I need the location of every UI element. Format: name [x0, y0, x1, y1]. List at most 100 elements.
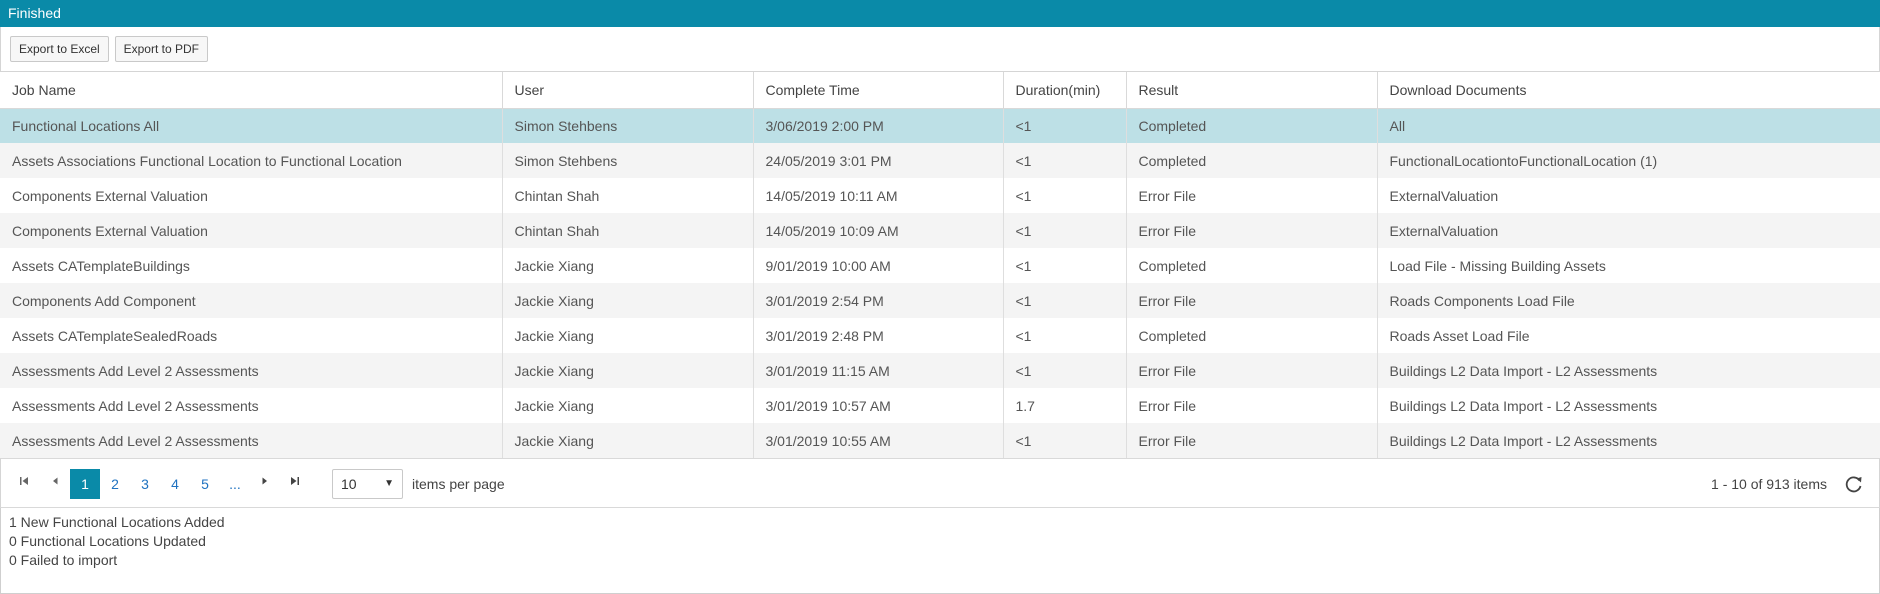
user-cell: Chintan Shah — [502, 213, 754, 248]
duration-cell: <1 — [1003, 248, 1127, 283]
table-row[interactable]: Functional Locations All Simon Stehbens 3/… — [0, 108, 1880, 143]
export-excel-button[interactable]: Export to Excel — [10, 36, 109, 62]
duration-cell: <1 — [1003, 423, 1127, 458]
column-header-duration[interactable]: Duration(min) — [1003, 72, 1127, 109]
duration-cell: <1 — [1003, 143, 1127, 178]
pager-info: 1 - 10 of 913 items — [1711, 476, 1827, 492]
user-cell: Jackie Xiang — [502, 388, 754, 423]
log-line: 0 Functional Locations Updated — [9, 533, 206, 549]
result-status: Completed — [1126, 318, 1378, 353]
table-row[interactable]: Components External Valuation Chintan Sha… — [0, 213, 1880, 248]
table-row[interactable]: Assessments Add Level 2 Assessments Jacki… — [0, 353, 1880, 388]
duration-cell: <1 — [1003, 283, 1127, 318]
download-document-link[interactable]: ExternalValuation — [1377, 178, 1880, 213]
job-name-cell: Components External Valuation — [0, 213, 503, 248]
user-cell: Jackie Xiang — [502, 423, 754, 458]
download-document-link[interactable]: ExternalValuation — [1377, 213, 1880, 248]
column-header-download-documents[interactable]: Download Documents — [1377, 72, 1880, 109]
download-document-link[interactable]: Load File - Missing Building Assets — [1377, 248, 1880, 283]
job-name-cell: Components External Valuation — [0, 178, 503, 213]
user-cell: Simon Stehbens — [502, 108, 754, 143]
chevron-down-icon: ▼ — [384, 478, 394, 489]
download-document-link[interactable]: Buildings L2 Data Import - L2 Assessment… — [1377, 353, 1880, 388]
download-document-link[interactable]: Roads Components Load File — [1377, 283, 1880, 318]
table-row[interactable]: Assets CATemplateSealedRoads Jackie Xiang… — [0, 318, 1880, 353]
complete-time-cell: 3/06/2019 2:00 PM — [753, 108, 1004, 143]
page-link-more[interactable]: ... — [220, 469, 250, 499]
duration-cell: <1 — [1003, 213, 1127, 248]
table-row[interactable]: Components External Valuation Chintan Sha… — [0, 178, 1880, 213]
page-link-5[interactable]: 5 — [190, 469, 220, 499]
page-link-1[interactable]: 1 — [70, 469, 100, 499]
items-per-page-value: 10 — [341, 476, 357, 492]
finished-jobs-panel: Finished Export to Excel Export to PDF J… — [0, 0, 1880, 594]
complete-time-cell: 3/01/2019 10:55 AM — [753, 423, 1004, 458]
prev-page-icon[interactable] — [41, 470, 69, 498]
column-header-complete-time[interactable]: Complete Time — [753, 72, 1004, 109]
complete-time-cell: 14/05/2019 10:09 AM — [753, 213, 1004, 248]
first-page-icon[interactable] — [10, 470, 38, 498]
result-status: Completed — [1126, 108, 1378, 143]
job-name-cell: Assets CATemplateSealedRoads — [0, 318, 503, 353]
error-file-link[interactable]: Error File — [1126, 283, 1378, 318]
next-page-icon[interactable] — [251, 470, 279, 498]
job-name-cell: Assessments Add Level 2 Assessments — [0, 353, 503, 388]
table-row[interactable]: Assessments Add Level 2 Assessments Jacki… — [0, 388, 1880, 423]
column-header-user[interactable]: User — [502, 72, 754, 109]
items-per-page-label: items per page — [412, 476, 505, 492]
export-toolbar: Export to Excel Export to PDF — [0, 27, 1880, 72]
page-link-3[interactable]: 3 — [130, 469, 160, 499]
complete-time-cell: 3/01/2019 10:57 AM — [753, 388, 1004, 423]
download-document-link[interactable]: Buildings L2 Data Import - L2 Assessment… — [1377, 423, 1880, 458]
last-page-icon[interactable] — [281, 470, 309, 498]
panel-title: Finished — [0, 0, 1880, 27]
download-document-link[interactable]: Buildings L2 Data Import - L2 Assessment… — [1377, 388, 1880, 423]
grid-header-row: Job Name User Complete Time Duration(min… — [0, 72, 1880, 109]
user-cell: Jackie Xiang — [502, 318, 754, 353]
complete-time-cell: 3/01/2019 2:48 PM — [753, 318, 1004, 353]
refresh-icon[interactable] — [1843, 473, 1865, 495]
user-cell: Jackie Xiang — [502, 248, 754, 283]
error-file-link[interactable]: Error File — [1126, 423, 1378, 458]
user-cell: Jackie Xiang — [502, 353, 754, 388]
log-line: 0 Failed to import — [9, 552, 118, 568]
table-row[interactable]: Assessments Add Level 2 Assessments Jacki… — [0, 423, 1880, 458]
column-header-result[interactable]: Result — [1126, 72, 1378, 109]
complete-time-cell: 3/01/2019 11:15 AM — [753, 353, 1004, 388]
log-line: 1 New Functional Locations Added — [9, 514, 225, 530]
download-document-link[interactable]: FunctionalLocationtoFunctionalLocation (… — [1377, 143, 1880, 178]
duration-cell: <1 — [1003, 108, 1127, 143]
error-file-link[interactable]: Error File — [1126, 213, 1378, 248]
user-cell: Chintan Shah — [502, 178, 754, 213]
error-file-link[interactable]: Error File — [1126, 353, 1378, 388]
column-header-job-name[interactable]: Job Name — [0, 72, 503, 109]
complete-time-cell: 9/01/2019 10:00 AM — [753, 248, 1004, 283]
items-per-page-select[interactable]: 10 ▼ — [332, 469, 403, 499]
duration-cell: 1.7 — [1003, 388, 1127, 423]
page-link-4[interactable]: 4 — [160, 469, 190, 499]
job-name-cell: Functional Locations All — [0, 108, 503, 143]
page-link-2[interactable]: 2 — [100, 469, 130, 499]
download-document-link[interactable]: All — [1377, 108, 1880, 143]
job-name-cell: Components Add Component — [0, 283, 503, 318]
error-file-link[interactable]: Error File — [1126, 388, 1378, 423]
user-cell: Simon Stehbens — [502, 143, 754, 178]
result-status: Completed — [1126, 248, 1378, 283]
complete-time-cell: 3/01/2019 2:54 PM — [753, 283, 1004, 318]
complete-time-cell: 24/05/2019 3:01 PM — [753, 143, 1004, 178]
job-name-cell: Assets CATemplateBuildings — [0, 248, 503, 283]
duration-cell: <1 — [1003, 353, 1127, 388]
import-log: 1 New Functional Locations Added 0 Funct… — [0, 508, 1880, 594]
result-status: Completed — [1126, 143, 1378, 178]
export-pdf-button[interactable]: Export to PDF — [114, 36, 208, 62]
table-row[interactable]: Assets Associations Functional Location … — [0, 143, 1880, 178]
user-cell: Jackie Xiang — [502, 283, 754, 318]
download-document-link[interactable]: Roads Asset Load File — [1377, 318, 1880, 353]
duration-cell: <1 — [1003, 318, 1127, 353]
table-row[interactable]: Components Add Component Jackie Xiang 3/01… — [0, 283, 1880, 318]
job-name-cell: Assets Associations Functional Location … — [0, 143, 503, 178]
table-row[interactable]: Assets CATemplateBuildings Jackie Xiang 9/… — [0, 248, 1880, 283]
job-name-cell: Assessments Add Level 2 Assessments — [0, 423, 503, 458]
error-file-link[interactable]: Error File — [1126, 178, 1378, 213]
jobs-grid: Job Name User Complete Time Duration(min… — [0, 72, 1880, 458]
